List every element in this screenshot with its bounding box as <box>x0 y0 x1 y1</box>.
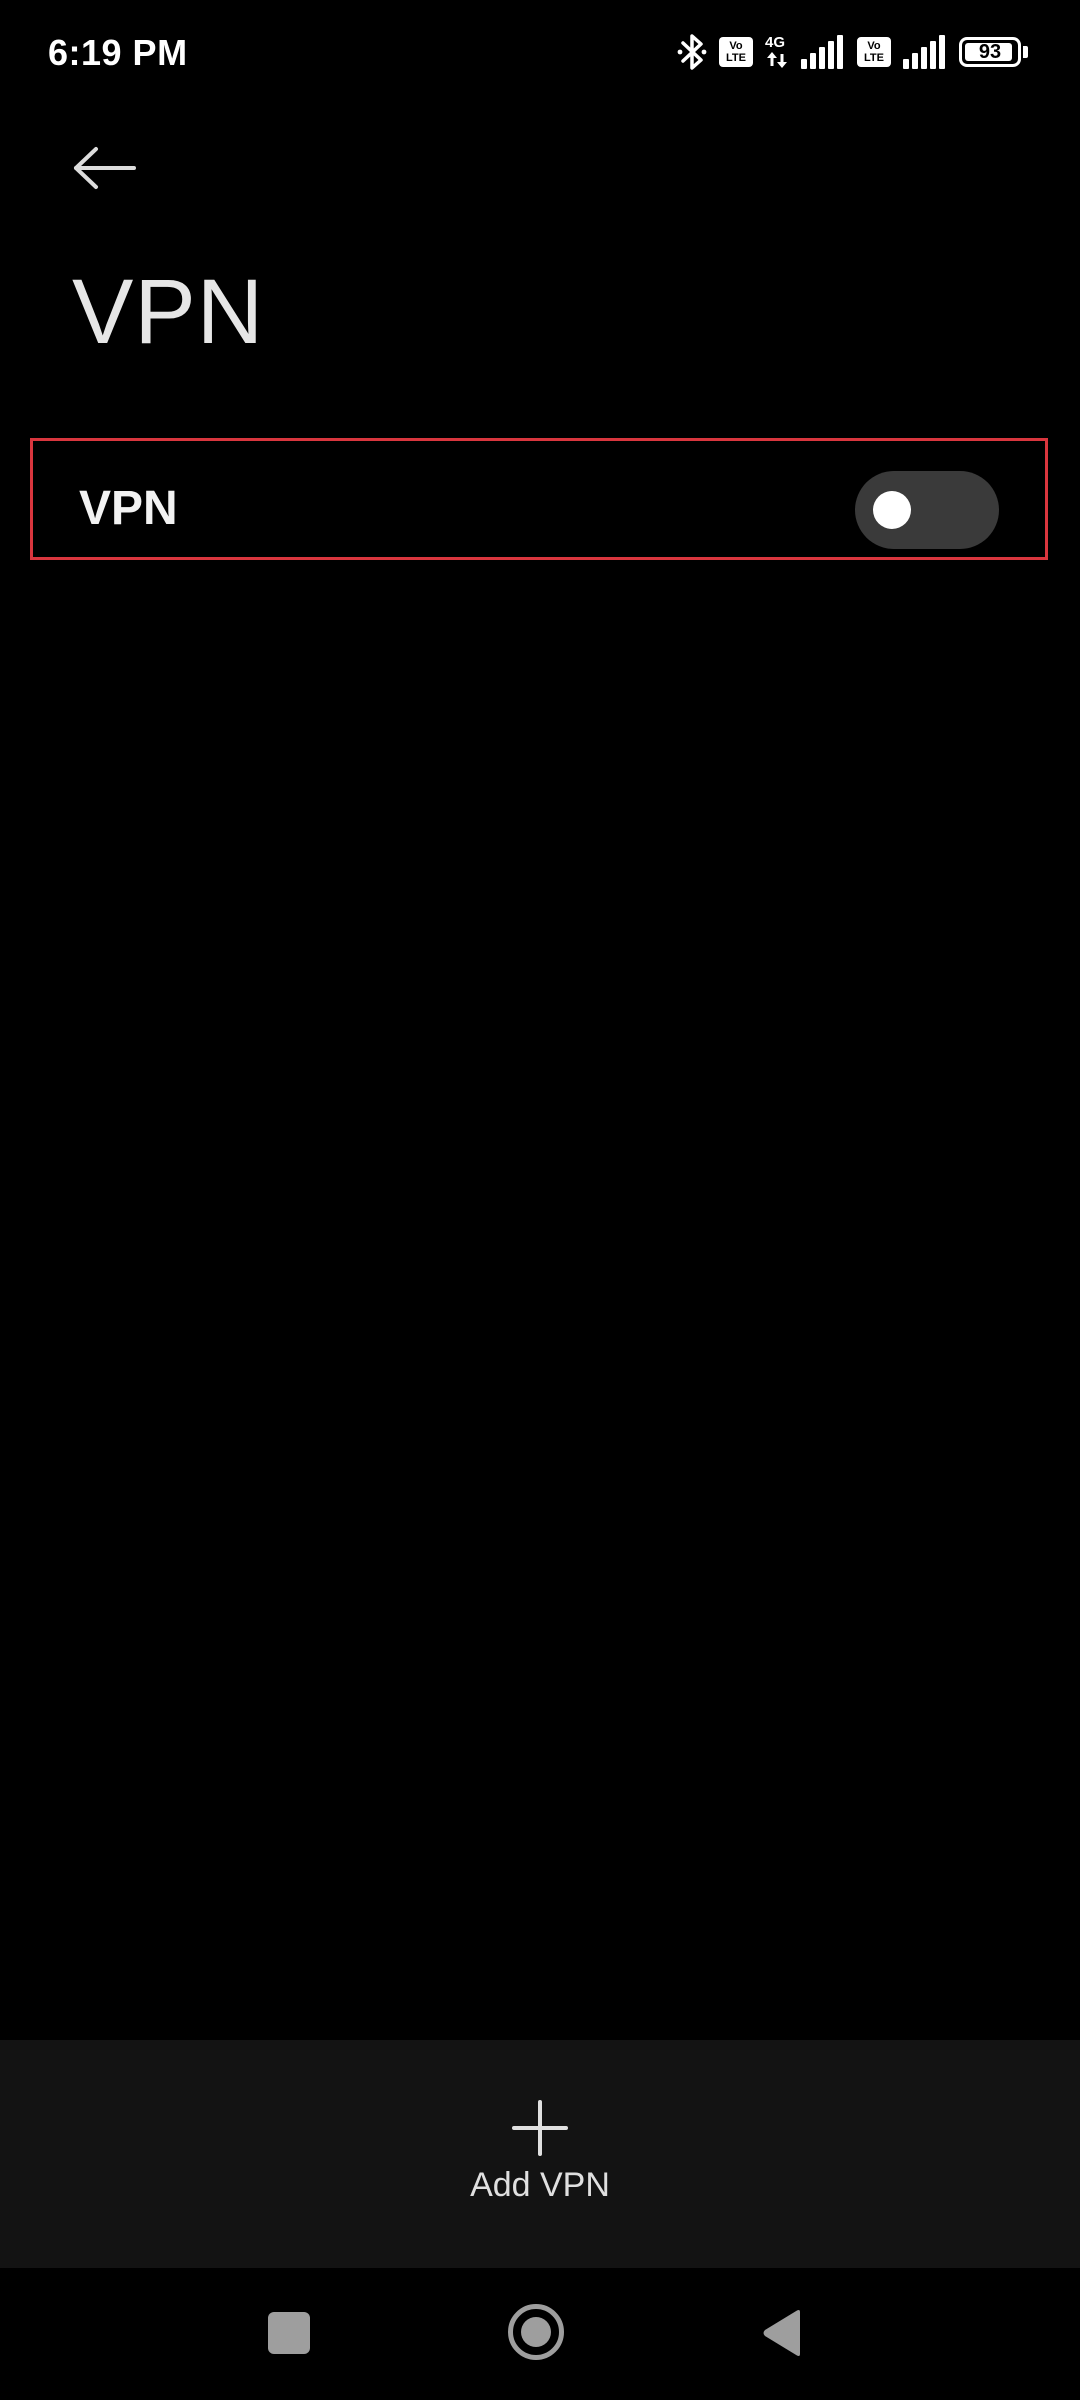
signal-bars-icon <box>801 35 845 69</box>
toggle-knob <box>873 491 911 529</box>
volte-bottom-label: LTE <box>864 52 884 64</box>
network-type: 4G <box>765 34 789 70</box>
vpn-toggle-row[interactable]: VPN <box>30 438 1048 560</box>
back-button[interactable] <box>72 136 152 200</box>
signal-bars-icon <box>903 35 947 69</box>
volte-bottom-label: LTE <box>726 52 746 64</box>
battery-tip <box>1023 46 1028 58</box>
page-title: VPN <box>72 261 265 363</box>
arrow-left-icon <box>74 147 136 189</box>
plus-icon <box>512 2100 568 2156</box>
back-triangle-icon[interactable] <box>760 2308 804 2358</box>
volte-badge-1: Vo LTE <box>719 37 753 67</box>
status-bar: 6:19 PM Vo LTE 4G Vo LTE 93 <box>0 0 1080 100</box>
vpn-toggle-switch[interactable] <box>855 471 999 549</box>
navigation-bar <box>0 2268 1080 2400</box>
home-icon-dot <box>521 2317 551 2347</box>
data-arrows-icon <box>767 52 787 68</box>
add-vpn-button[interactable]: Add VPN <box>390 2060 690 2250</box>
bottom-action-bar: Add VPN <box>0 2040 1080 2268</box>
volte-top-label: Vo <box>867 40 881 52</box>
battery-body: 93 <box>959 37 1021 67</box>
volte-top-label: Vo <box>729 40 743 52</box>
bluetooth-icon <box>677 32 707 72</box>
battery-icon: 93 <box>959 37 1028 67</box>
add-vpn-label: Add VPN <box>470 2166 610 2204</box>
status-icons: Vo LTE 4G Vo LTE 93 <box>677 30 1028 74</box>
volte-badge-2: Vo LTE <box>857 37 891 67</box>
status-time: 6:19 PM <box>48 32 188 73</box>
home-icon[interactable] <box>508 2304 564 2360</box>
battery-level: 93 <box>978 40 1002 63</box>
network-type-label: 4G <box>765 34 786 51</box>
recents-icon[interactable] <box>268 2312 310 2354</box>
vpn-row-label: VPN <box>79 482 178 535</box>
